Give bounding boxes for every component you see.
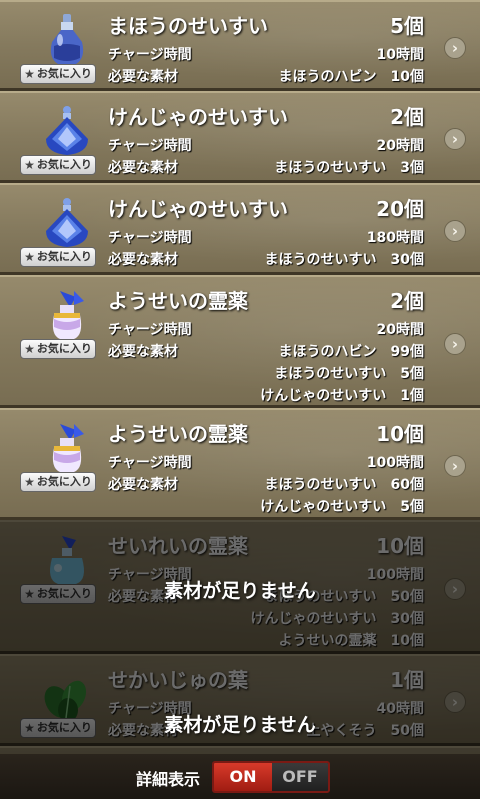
recipe-row[interactable]: ★ お気に入り けんじゃのせいすい 20個チャージ時間 180時間必要な素材 まほうのせい… <box>0 183 480 275</box>
material-entry: まほうのせいすい 3個 <box>274 160 424 176</box>
charge-time-value: 20時間 <box>376 322 424 338</box>
star-icon: ★ <box>24 158 35 172</box>
chevron-right-icon[interactable]: › <box>444 36 466 59</box>
material-entry: けんじゃのせいすい 5個 <box>260 499 424 515</box>
materials-label: 必要な素材 <box>108 252 178 268</box>
charge-time-value: 10時間 <box>376 47 424 63</box>
charge-time-label: チャージ時間 <box>108 138 192 154</box>
material-entry: 上やくそう 50個 <box>306 723 424 739</box>
star-icon: ★ <box>24 721 35 735</box>
recipe-row[interactable]: ★ お気に入り せかいじゅの葉 1個チャージ時間 40時間必要な素材 上やくそう 50個 › <box>0 654 480 746</box>
favorite-label: お気に入り <box>36 721 92 734</box>
favorite-button[interactable]: ★ お気に入り <box>20 64 96 84</box>
favorite-button[interactable]: ★ お気に入り <box>20 247 96 267</box>
materials-label: 必要な素材 <box>108 344 178 360</box>
favorite-button[interactable]: ★ お気に入り <box>20 584 96 604</box>
charge-time-label: チャージ時間 <box>108 230 192 246</box>
item-count: 2個 <box>390 105 424 129</box>
material-entry: まほうのせいすい 30個 <box>264 252 424 268</box>
star-icon: ★ <box>24 475 35 489</box>
blue-flask-icon <box>40 195 94 251</box>
material-entry: まほうのせいすい 5個 <box>274 366 424 382</box>
favorite-label: お気に入り <box>36 250 92 263</box>
recipe-row[interactable]: ★ お気に入り まほうのせいすい 5個チャージ時間 10時間必要な素材 まほうのハビン 1… <box>0 0 480 91</box>
favorite-label: お気に入り <box>36 67 92 80</box>
materials-label: 必要な素材 <box>108 160 178 176</box>
charge-time-value: 100時間 <box>366 567 424 583</box>
spirit-elixir-icon <box>40 532 94 588</box>
star-icon: ★ <box>24 587 35 601</box>
charge-time-label: チャージ時間 <box>108 567 192 583</box>
charge-time-label: チャージ時間 <box>108 701 192 717</box>
material-entry: まほうのハビン 10個 <box>278 69 424 85</box>
world-tree-leaf-icon <box>40 666 94 722</box>
recipe-row[interactable]: ★ お気に入り ようせいの霊薬 2個チャージ時間 20時間必要な素材 まほうのハビン 99… <box>0 275 480 408</box>
recipe-row[interactable]: ★ お気に入り ようせいの霊薬 10個チャージ時間 100時間必要な素材 まほうのせいすい… <box>0 408 480 520</box>
detail-toggle[interactable]: ON OFF <box>212 761 330 793</box>
item-count: 20個 <box>376 197 424 221</box>
recipe-list[interactable]: ★ お気に入り まほうのせいすい 5個 チャージ時間 10時間 必要な素材 まほうのハビン 1… <box>0 0 480 760</box>
star-icon: ★ <box>24 67 35 81</box>
favorite-button[interactable]: ★ お気に入り <box>20 718 96 738</box>
chevron-right-icon[interactable]: › <box>444 332 466 355</box>
materials-label: 必要な素材 <box>108 723 178 739</box>
item-name: ようせいの霊薬 <box>108 422 248 446</box>
potion-bottle-icon <box>40 12 94 68</box>
item-count: 1個 <box>390 668 424 692</box>
toggle-on-button[interactable]: ON <box>214 763 272 791</box>
fairy-elixir-icon <box>40 287 94 343</box>
item-name: ようせいの霊薬 <box>108 289 248 313</box>
materials-label: 必要な素材 <box>108 69 178 85</box>
favorite-label: お気に入り <box>36 342 92 355</box>
charge-time-value: 20時間 <box>376 138 424 154</box>
materials-label: 必要な素材 <box>108 589 178 605</box>
material-entry: まほうのせいすい 50個 <box>264 589 424 605</box>
favorite-button[interactable]: ★ お気に入り <box>20 339 96 359</box>
charge-time-value: 180時間 <box>366 230 424 246</box>
chevron-right-icon[interactable]: › <box>444 455 466 477</box>
material-entry: まほうのせいすい 60個 <box>264 477 424 493</box>
item-name: まほうのせいすい <box>108 14 268 38</box>
item-count: 10個 <box>376 534 424 558</box>
detail-view-label: 詳細表示 <box>136 770 201 789</box>
favorite-label: お気に入り <box>36 587 92 600</box>
recipe-row[interactable]: ★ お気に入り せいれいの霊薬 10個チャージ時間 100時間必要な素材 まほうのせいすい… <box>0 520 480 654</box>
favorite-button[interactable]: ★ お気に入り <box>20 472 96 492</box>
item-name: せかいじゅの葉 <box>108 668 248 692</box>
charge-time-label: チャージ時間 <box>108 47 192 63</box>
recipe-row[interactable]: ★ お気に入り けんじゃのせいすい 2個チャージ時間 20時間必要な素材 まほうのせいすい… <box>0 91 480 183</box>
favorite-button[interactable]: ★ お気に入り <box>20 155 96 175</box>
item-name: せいれいの霊薬 <box>108 534 248 558</box>
charge-time-value: 40時間 <box>376 701 424 717</box>
favorite-label: お気に入り <box>36 158 92 171</box>
chevron-right-icon[interactable]: › <box>444 220 466 242</box>
charge-time-value: 100時間 <box>366 455 424 471</box>
item-count: 2個 <box>390 289 424 313</box>
item-name: けんじゃのせいすい <box>108 197 288 221</box>
charge-time-label: チャージ時間 <box>108 455 192 471</box>
material-entry: けんじゃのせいすい 1個 <box>260 388 424 404</box>
material-entry: ようせいの霊薬 10個 <box>278 633 424 649</box>
chevron-right-icon[interactable]: › <box>444 578 466 600</box>
charge-time-label: チャージ時間 <box>108 322 192 338</box>
materials-label: 必要な素材 <box>108 477 178 493</box>
star-icon: ★ <box>24 250 35 264</box>
chevron-right-icon[interactable]: › <box>444 128 466 150</box>
blue-flask-icon <box>40 103 94 159</box>
toggle-off-button[interactable]: OFF <box>272 763 328 791</box>
star-icon: ★ <box>24 342 35 356</box>
item-count: 10個 <box>376 422 424 446</box>
fairy-elixir-icon <box>40 420 94 476</box>
chevron-right-icon[interactable]: › <box>444 691 466 713</box>
bottom-bar: 詳細表示 ON OFF <box>0 754 480 799</box>
material-entry: けんじゃのせいすい 30個 <box>250 611 424 627</box>
item-count: 5個 <box>390 14 424 38</box>
material-entry: まほうのハビン 99個 <box>278 344 424 360</box>
item-name: けんじゃのせいすい <box>108 105 288 129</box>
favorite-label: お気に入り <box>36 475 92 488</box>
